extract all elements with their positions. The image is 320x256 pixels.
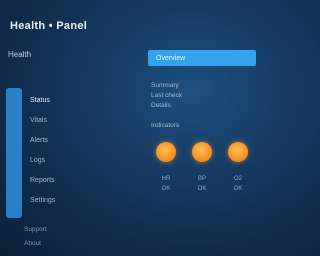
status-dot-icon (192, 142, 212, 162)
card-label: BP (197, 176, 206, 182)
info-block: Summary Last check Details (151, 82, 251, 112)
nav-item-vitals[interactable]: Vitals (30, 110, 130, 130)
card-label: HR (161, 176, 171, 182)
overview-header-bar[interactable]: Overview (148, 50, 256, 66)
nav-item-status[interactable]: Status (30, 90, 130, 110)
footer-item-about[interactable]: About (24, 236, 124, 250)
card-sub: OK (233, 186, 243, 192)
app-window: Health • Panel Health Status Vitals Aler… (0, 0, 256, 256)
card-sub: OK (161, 186, 171, 192)
left-panel: Health Status Vitals Alerts Logs Reports… (0, 40, 135, 256)
card-label: O2 (233, 176, 242, 182)
right-panel: Overview Summary Last check Details Indi… (145, 40, 256, 256)
nav-item-settings[interactable]: Settings (30, 190, 130, 210)
nav-item-logs[interactable]: Logs (30, 150, 130, 170)
selection-rail (6, 88, 22, 218)
indicator-card[interactable]: BP OK (189, 142, 215, 192)
nav-item-reports[interactable]: Reports (30, 170, 130, 190)
indicator-card[interactable]: HR OK (153, 142, 179, 192)
card-sub: OK (197, 186, 207, 192)
info-line: Last check (151, 92, 183, 99)
nav-item-alerts[interactable]: Alerts (30, 130, 130, 150)
indicator-card[interactable]: O2 OK (225, 142, 251, 192)
left-footer: Support About (24, 222, 124, 250)
footer-item-support[interactable]: Support (24, 222, 124, 236)
left-panel-header: Health (8, 50, 32, 59)
nav-list: Status Vitals Alerts Logs Reports Settin… (30, 90, 130, 210)
indicator-cards: HR OK BP OK O2 OK (153, 142, 253, 192)
info-line: Summary (151, 82, 179, 89)
status-dot-icon (228, 142, 248, 162)
section-label: Indicators (151, 122, 180, 129)
info-line: Details (151, 102, 171, 109)
status-dot-icon (156, 142, 176, 162)
window-title: Health • Panel (10, 20, 88, 32)
